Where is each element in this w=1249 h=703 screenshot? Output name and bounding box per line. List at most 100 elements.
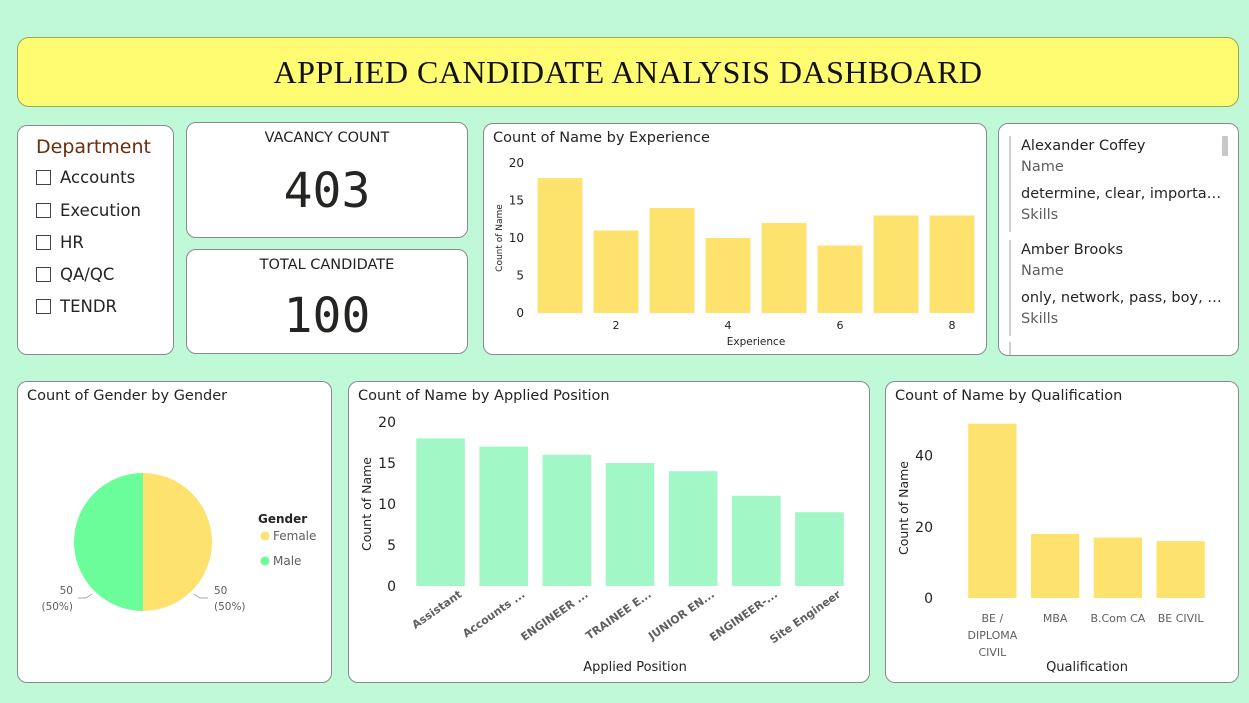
x-tick-label: JUNIOR EN... xyxy=(645,588,717,644)
y-tick-label: 5 xyxy=(387,538,396,554)
candidate-list-card: Alexander Coffey Name determine, clear, … xyxy=(998,123,1239,356)
checkbox[interactable] xyxy=(36,299,51,314)
y-tick-label: 0 xyxy=(516,306,524,320)
y-tick-label: 20 xyxy=(915,520,933,536)
qualification-chart-card: Count of Name by Qualification 0 20 40 BE /… xyxy=(885,381,1239,683)
candidate-skills: determine, clear, important, ... xyxy=(1021,186,1226,202)
kpi-value: 100 xyxy=(283,288,371,344)
kpi-label: VACANCY COUNT xyxy=(264,130,390,146)
x-tick-label: Site Engineer xyxy=(767,587,843,646)
bar xyxy=(817,245,863,313)
pie-slice-female xyxy=(143,473,212,611)
x-axis-label: Experience xyxy=(727,336,786,348)
data-label: (50%) xyxy=(214,601,246,613)
x-tick-label: Assistant xyxy=(410,588,465,632)
slicer-item-label: TENDR xyxy=(60,297,118,316)
y-tick-label: 15 xyxy=(509,194,524,208)
bar xyxy=(668,471,718,586)
slicer-item-execution[interactable]: Execution xyxy=(36,201,141,220)
y-tick-label: 40 xyxy=(915,449,933,465)
qualification-chart: 0 20 40 BE / DIPLOMA CIVIL MBA B.Com CA BE CIVIL… xyxy=(896,423,1205,675)
vacancy-count-card: VACANCY COUNT 403 xyxy=(186,122,468,238)
slicer-item-label: Execution xyxy=(60,201,141,220)
bar xyxy=(873,215,919,313)
name-label: Name xyxy=(1021,263,1064,279)
candidate-name: Amber Brooks xyxy=(1021,242,1124,258)
x-tick-label: MBA xyxy=(1043,612,1068,625)
bar xyxy=(649,208,695,313)
bar xyxy=(605,463,655,586)
checkbox[interactable] xyxy=(36,267,51,282)
y-tick-label: 15 xyxy=(378,456,396,472)
legend-marker xyxy=(260,556,270,566)
slicer-item-label: Accounts xyxy=(60,168,136,187)
y-tick-label: 20 xyxy=(378,415,396,431)
kpi-label: TOTAL CANDIDATE xyxy=(259,257,395,273)
skills-label: Skills xyxy=(1021,207,1059,223)
slicer-item-label: QA/QC xyxy=(60,265,115,284)
bar xyxy=(1156,541,1205,598)
pie-slice-male xyxy=(74,473,143,611)
y-tick-label: 5 xyxy=(516,269,524,283)
bar xyxy=(731,495,781,586)
candidate-name: Alexander Coffey xyxy=(1021,138,1146,154)
bar xyxy=(416,438,465,586)
slicer-item-accounts[interactable]: Accounts xyxy=(36,168,135,187)
x-tick-label: BE CIVIL xyxy=(1158,612,1205,625)
slicer-item-hr[interactable]: HR xyxy=(36,233,84,252)
data-label: (50%) xyxy=(41,601,73,613)
candidate-skills: only, network, pass, boy, Mrs xyxy=(1021,290,1226,306)
legend-label: Female xyxy=(273,529,316,543)
bar xyxy=(593,230,639,313)
bar xyxy=(1030,533,1080,598)
legend-label: Male xyxy=(273,554,301,568)
list-item[interactable]: Amber Brooks Name only, network, pass, b… xyxy=(1009,240,1231,336)
name-label: Name xyxy=(1021,159,1064,175)
x-tick-label: ENGINEER ... xyxy=(518,588,590,644)
leader-line xyxy=(193,593,208,599)
x-tick-label: BE / xyxy=(982,612,1004,625)
department-slicer: Department Accounts Execution HR QA/QC T… xyxy=(17,125,174,355)
x-tick-label: 4 xyxy=(725,319,732,332)
bar xyxy=(968,423,1017,598)
checkbox[interactable] xyxy=(36,203,51,218)
y-tick-label: 20 xyxy=(509,156,524,170)
scrollbar[interactable] xyxy=(1222,136,1228,156)
y-axis-label: Count of Name xyxy=(359,457,374,551)
bar xyxy=(795,512,844,586)
experience-chart-card: Count of Name by Experience 0 5 10 15 20 2 4 6 8… xyxy=(483,123,987,355)
position-chart: 0 5 10 15 20 AssistantAccounts ...ENGINEER ..… xyxy=(359,415,844,675)
gender-chart-card: Count of Gender by Gender 50 (50%) 50 (50%)… xyxy=(17,381,332,683)
x-tick-label: DIPLOMA xyxy=(967,629,1017,642)
x-tick-label: B.Com CA xyxy=(1090,612,1145,625)
dashboard-title: APPLIED CANDIDATE ANALYSIS DASHBOARD xyxy=(273,53,983,90)
bar xyxy=(537,178,583,313)
slicer-item-tendr[interactable]: TENDR xyxy=(36,297,117,316)
list-item[interactable]: Alexander Coffey Name determine, clear, … xyxy=(1009,136,1231,232)
bar xyxy=(1093,537,1143,598)
x-axis-label: Applied Position xyxy=(583,660,687,675)
skills-label: Skills xyxy=(1021,311,1059,327)
data-label: 50 xyxy=(60,585,73,597)
slicer-item-qaqc[interactable]: QA/QC xyxy=(36,265,114,284)
x-tick-label: 2 xyxy=(613,319,620,332)
y-tick-label: 10 xyxy=(509,231,524,245)
checkbox[interactable] xyxy=(36,170,51,185)
bar xyxy=(929,215,975,313)
bar xyxy=(542,454,592,586)
y-tick-label: 0 xyxy=(924,591,933,607)
x-tick-label: TRAINEE E... xyxy=(583,588,653,643)
x-tick-label: 6 xyxy=(837,319,844,332)
data-label: 50 xyxy=(214,585,227,597)
y-axis-label: Count of Name xyxy=(495,204,505,272)
x-tick-label: Accounts ... xyxy=(460,588,527,640)
bar xyxy=(761,223,807,313)
slicer-item-label: HR xyxy=(60,233,84,252)
y-tick-label: 0 xyxy=(387,579,396,595)
list-item-partial xyxy=(1009,342,1011,355)
x-tick-label: CIVIL xyxy=(978,646,1007,659)
checkbox[interactable] xyxy=(36,235,51,250)
position-chart-card: Count of Name by Applied Position 0 5 10 15… xyxy=(348,381,870,683)
legend-marker xyxy=(260,531,270,541)
legend-title: Gender xyxy=(258,512,307,526)
